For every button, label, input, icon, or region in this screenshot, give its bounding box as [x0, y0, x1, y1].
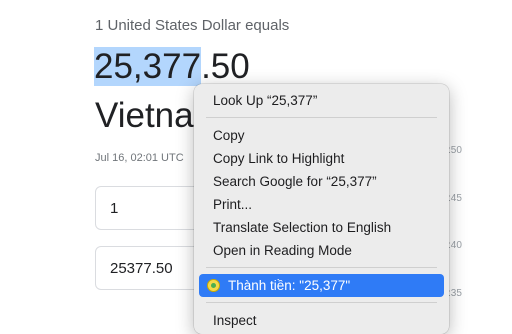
menu-item-copy-link-highlight[interactable]: Copy Link to Highlight: [199, 147, 444, 170]
selected-text[interactable]: 25,377: [94, 47, 202, 86]
extension-item-label: Thành tiền: "25,377": [228, 278, 351, 293]
chart-tick-label: :35: [448, 288, 462, 299]
menu-item-extension-price[interactable]: Thành tiền: "25,377": [199, 274, 444, 297]
coin-icon: [207, 279, 220, 292]
menu-item-inspect[interactable]: Inspect: [199, 309, 444, 332]
menu-item-search-google[interactable]: Search Google for “25,377”: [199, 170, 444, 193]
menu-separator: [206, 302, 437, 303]
chart-tick-label: :50: [448, 145, 462, 156]
menu-item-reading-mode[interactable]: Open in Reading Mode: [199, 239, 444, 262]
menu-item-translate[interactable]: Translate Selection to English: [199, 216, 444, 239]
menu-item-copy[interactable]: Copy: [199, 124, 444, 147]
chart-tick-label: :40: [448, 240, 462, 251]
amount-decimal: .50: [201, 47, 250, 86]
menu-item-print[interactable]: Print...: [199, 193, 444, 216]
chart-tick-label: :45: [448, 193, 462, 204]
converter-equals-label: 1 United States Dollar equals: [95, 17, 290, 34]
timestamp: Jul 16, 02:01 UTC: [95, 152, 184, 164]
currency-name: Vietna: [95, 96, 194, 135]
menu-separator: [206, 117, 437, 118]
menu-separator: [206, 267, 437, 268]
menu-item-look-up[interactable]: Look Up “25,377”: [199, 89, 444, 112]
context-menu: Look Up “25,377” Copy Copy Link to Highl…: [194, 84, 449, 334]
